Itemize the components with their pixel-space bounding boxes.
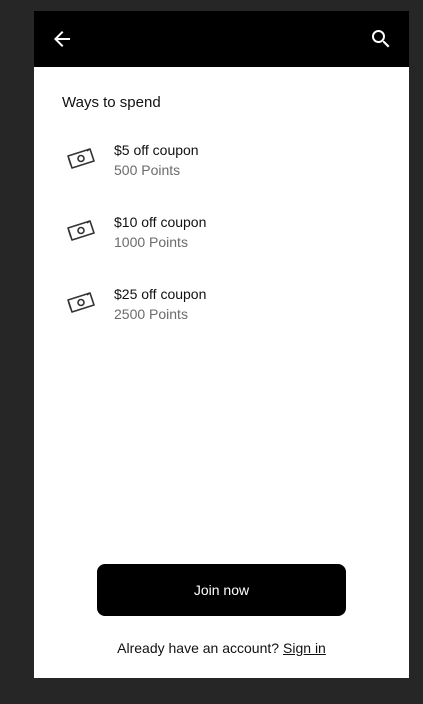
money-icon [67,220,95,241]
search-icon[interactable] [369,27,393,51]
section-title: Ways to spend [62,94,161,111]
list-item[interactable]: $10 off coupon 1000 Points [34,203,409,275]
reward-title: $25 off coupon [114,286,207,302]
money-icon [67,148,95,169]
sign-in-prompt: Already have an account? Sign in [34,640,409,656]
money-icon [67,292,95,313]
list-item[interactable]: $5 off coupon 500 Points [34,131,409,203]
reward-points: 2500 Points [114,306,188,322]
account-prompt-text: Already have an account? [117,640,280,656]
arrow-back-icon[interactable] [50,27,74,51]
join-now-button[interactable]: Join now [97,564,346,616]
list-item[interactable]: $25 off coupon 2500 Points [34,275,409,347]
reward-points: 500 Points [114,162,181,178]
reward-title: $10 off coupon [114,214,207,230]
reward-title: $5 off coupon [114,142,199,158]
top-app-bar [34,11,409,67]
sign-in-link[interactable]: Sign in [283,640,326,656]
rewards-list: $5 off coupon 500 Points $10 off coupon … [34,131,409,347]
app-screen: Ways to spend $5 off coupon 500 Points $… [34,11,409,678]
reward-points: 1000 Points [114,234,188,250]
